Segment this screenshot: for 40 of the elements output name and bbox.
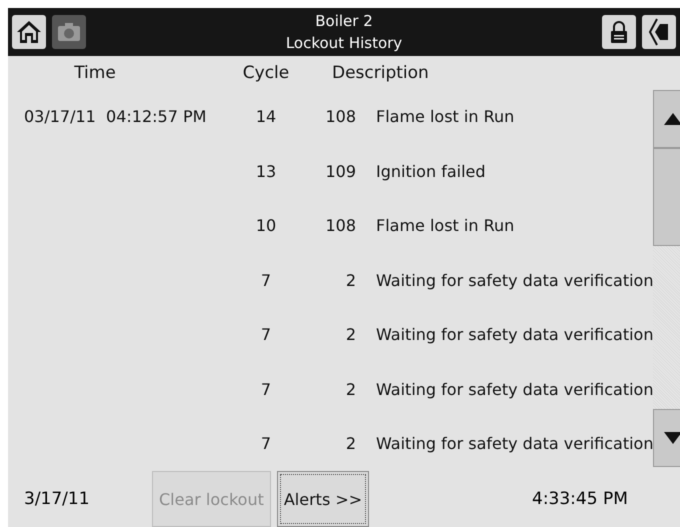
column-header: Description: [331, 62, 429, 83]
camera-button[interactable]: [52, 14, 86, 49]
time-text: 4:33:45 PM: [532, 489, 629, 509]
screen-title: Boiler 2: [315, 10, 373, 32]
table-cell-text: 2: [344, 270, 357, 290]
column-header: Time: [73, 62, 117, 83]
table-cell-text: 2: [344, 434, 357, 454]
lock-button[interactable]: [602, 14, 636, 49]
down-triangle-icon: [664, 432, 680, 444]
up-triangle-icon: [664, 112, 680, 124]
table-cell-text: 109: [324, 162, 357, 181]
table-cell-text: 7: [260, 380, 272, 399]
screen-subtitle: Lockout History: [286, 32, 402, 54]
date-text: 3/17/11: [24, 489, 91, 509]
padlock-icon: [610, 20, 628, 44]
table-cell: Waiting for safety data verification: [376, 380, 654, 399]
table-cell-text: 2: [344, 325, 357, 344]
table-cell-text: 14: [254, 107, 278, 126]
table-cell-text: Ignition failed: [376, 162, 487, 181]
home-icon: [16, 18, 42, 45]
table-cell-text: 7: [260, 434, 272, 454]
back-button[interactable]: [642, 14, 676, 49]
table-cell-text: 108: [324, 107, 357, 126]
camera-icon: [57, 22, 81, 42]
table-cell-text: 10: [254, 216, 278, 236]
back-arrow-icon: [648, 18, 670, 46]
table-cell-text: 2: [344, 380, 357, 399]
column-header: Cycle: [242, 62, 290, 83]
table-cell-text: 7: [260, 270, 272, 290]
home-button[interactable]: [12, 14, 46, 49]
table-cell-text: Flame lost in Run: [376, 107, 516, 126]
table-cell-text: 7: [260, 325, 272, 344]
table-cell: Waiting for safety data verification: [376, 325, 654, 344]
table-cell-text: 13: [254, 162, 278, 181]
table-cell: Waiting for safety data verification: [376, 270, 654, 290]
table-cell: Waiting for safety data verification: [376, 434, 654, 454]
table-cell-text: 108: [324, 216, 357, 236]
table-cell-text: Flame lost in Run: [376, 216, 516, 236]
table-cell-text: 03/17/11 04:12:57 PM: [24, 107, 208, 126]
alerts-button[interactable]: Alerts >>: [276, 471, 370, 527]
